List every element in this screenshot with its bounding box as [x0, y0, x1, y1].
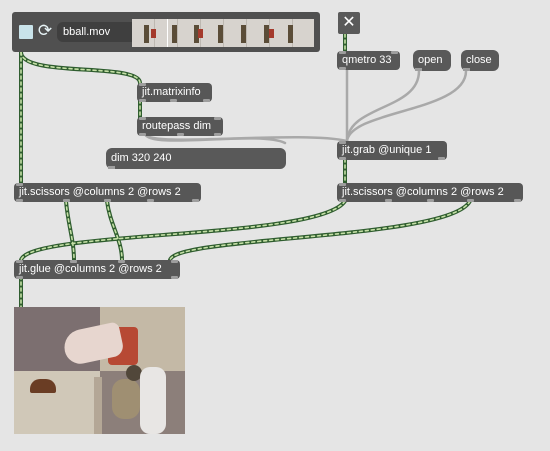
- toggle-square-icon[interactable]: [19, 25, 33, 39]
- movie-thumbnail-strip[interactable]: [132, 19, 314, 47]
- cord-close-to-grab: [345, 69, 468, 143]
- jit-scissors-right-object[interactable]: jit.scissors @columns 2 @rows 2: [337, 183, 523, 202]
- qmetro-object[interactable]: qmetro 33: [337, 51, 400, 70]
- message-label: dim 320 240: [111, 152, 172, 164]
- object-label: jit.matrixinfo: [142, 86, 201, 98]
- loop-icon[interactable]: ⟳: [37, 20, 53, 42]
- video-output-window[interactable]: [14, 307, 185, 434]
- object-label: qmetro 33: [342, 54, 392, 66]
- jit-matrixinfo-object[interactable]: jit.matrixinfo: [137, 83, 212, 102]
- cord-open-to-grab: [345, 69, 421, 143]
- message-label: open: [418, 54, 443, 66]
- dim-message[interactable]: dim 320 240: [106, 148, 286, 169]
- object-label: jit.scissors @columns 2 @rows 2: [19, 186, 181, 198]
- jit-grab-object[interactable]: jit.grab @unique 1: [337, 141, 447, 160]
- jit-scissors-left-object[interactable]: jit.scissors @columns 2 @rows 2: [14, 183, 201, 202]
- movie-player[interactable]: ⟳ bball.mov: [12, 12, 320, 52]
- movie-filename[interactable]: bball.mov: [57, 22, 137, 42]
- message-label: close: [466, 54, 492, 66]
- object-label: routepass dim: [142, 120, 212, 132]
- close-message[interactable]: close: [461, 50, 499, 71]
- close-x-icon[interactable]: ✕: [338, 12, 360, 34]
- playhead[interactable]: [167, 19, 168, 47]
- object-label: jit.scissors @columns 2 @rows 2: [342, 186, 504, 198]
- routepass-object[interactable]: routepass dim: [137, 117, 223, 136]
- object-label: jit.grab @unique 1: [342, 144, 432, 156]
- jit-glue-object[interactable]: jit.glue @columns 2 @rows 2: [14, 260, 180, 279]
- open-message[interactable]: open: [413, 50, 451, 71]
- object-label: jit.glue @columns 2 @rows 2: [19, 263, 162, 275]
